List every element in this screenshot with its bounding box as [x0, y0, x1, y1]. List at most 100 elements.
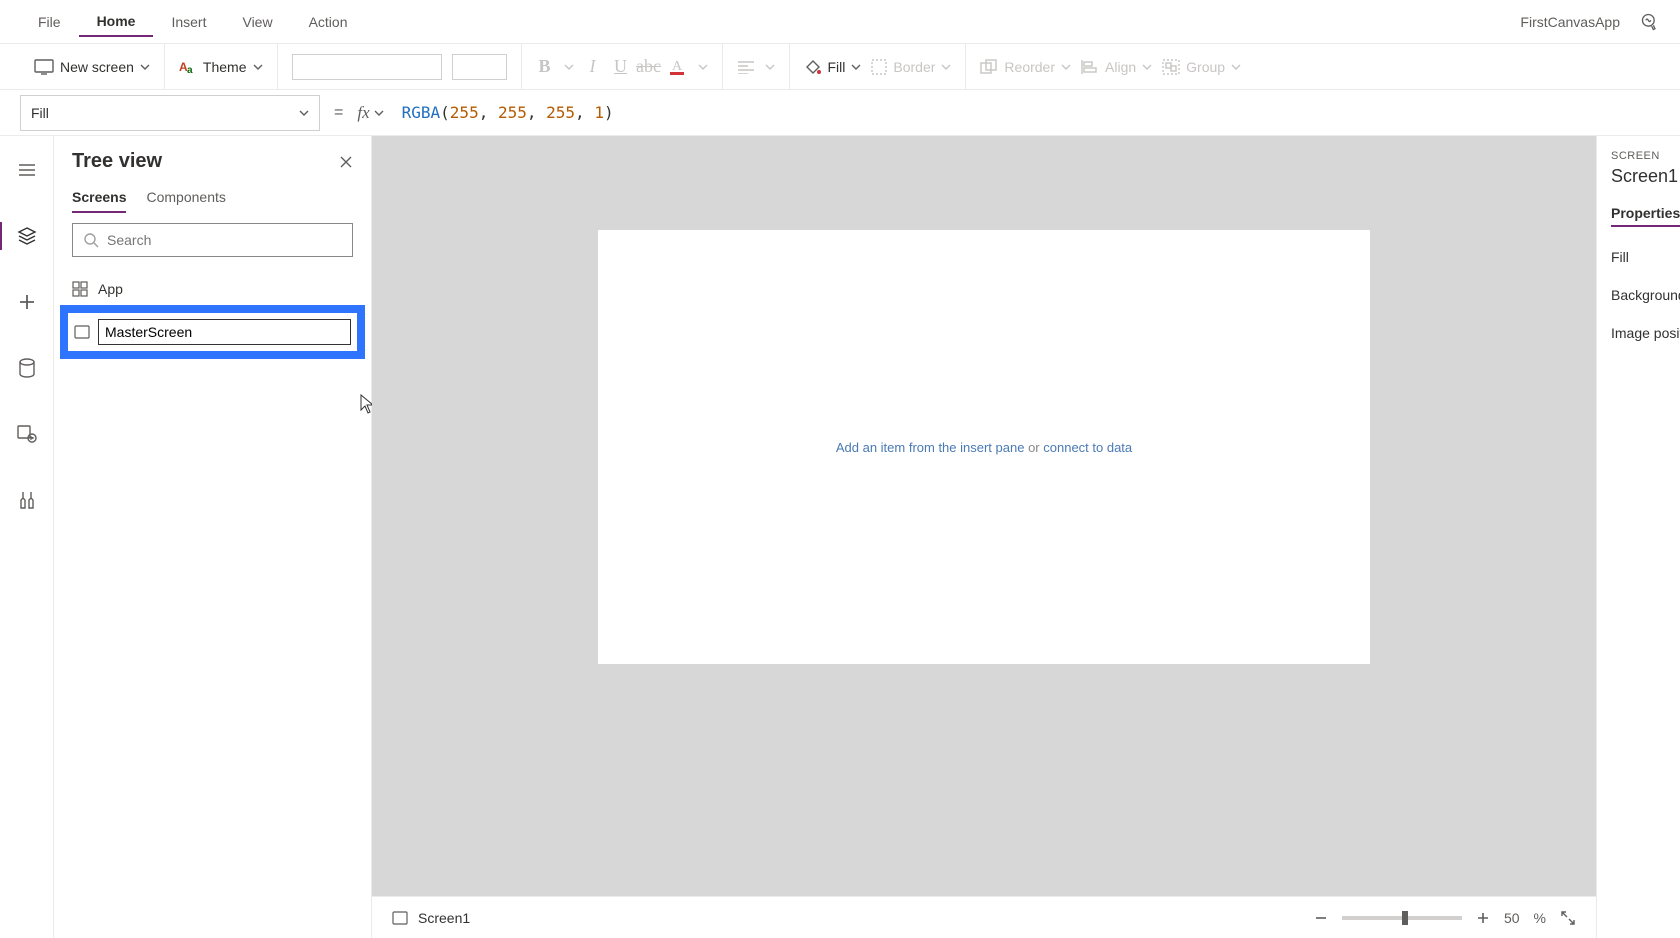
- border-label: Border: [893, 59, 935, 75]
- menu-bar: File Home Insert View Action FirstCanvas…: [0, 0, 1680, 44]
- tab-screens[interactable]: Screens: [72, 183, 126, 213]
- zoom-out-button[interactable]: [1314, 911, 1328, 925]
- property-selector[interactable]: Fill: [20, 95, 320, 131]
- theme-button[interactable]: Aa Theme: [179, 59, 263, 75]
- hamburger-button[interactable]: [9, 152, 45, 188]
- tree-view-panel: Tree view Screens Components App: [54, 136, 372, 938]
- canvas-hint: Add an item from the insert pane or conn…: [836, 440, 1132, 455]
- fill-button[interactable]: Fill: [804, 58, 862, 76]
- border-button[interactable]: Border: [871, 59, 951, 75]
- chevron-down-icon: [374, 108, 384, 118]
- zoom-unit: %: [1534, 910, 1546, 926]
- close-panel-button[interactable]: [339, 155, 353, 169]
- align-left-icon: [737, 60, 755, 74]
- media-icon: [17, 425, 37, 443]
- theme-icon: Aa: [179, 59, 197, 75]
- svg-text:a: a: [187, 65, 193, 75]
- tree-item-app[interactable]: App: [54, 273, 371, 305]
- formula-arg-2: 255: [546, 103, 575, 122]
- database-icon: [18, 358, 36, 378]
- zoom-in-button[interactable]: [1476, 911, 1490, 925]
- menu-action[interactable]: Action: [291, 8, 366, 36]
- paint-bucket-icon: [804, 58, 822, 76]
- canvas-hint-mid: or: [1024, 440, 1043, 455]
- align-button[interactable]: Align: [1081, 59, 1152, 75]
- hamburger-icon: [18, 163, 36, 177]
- insert-pane-link[interactable]: Add an item from the insert pane: [836, 440, 1025, 455]
- font-family-select[interactable]: [292, 54, 442, 80]
- formula-arg-1: 255: [498, 103, 527, 122]
- props-row-fill[interactable]: Fill: [1611, 249, 1666, 265]
- app-checker-icon[interactable]: [1640, 12, 1660, 32]
- zoom-slider[interactable]: [1342, 916, 1462, 920]
- menu-view[interactable]: View: [224, 8, 290, 36]
- tree-view-button[interactable]: [9, 218, 45, 254]
- props-row-image-position[interactable]: Image posit: [1611, 325, 1666, 341]
- search-input[interactable]: [107, 232, 342, 248]
- data-button[interactable]: [9, 350, 45, 386]
- fx-button[interactable]: fx: [357, 103, 383, 123]
- tools-icon: [19, 490, 35, 510]
- font-color-button[interactable]: A: [668, 57, 688, 77]
- reorder-label: Reorder: [1004, 59, 1055, 75]
- text-align-button[interactable]: [737, 60, 755, 74]
- underline-button[interactable]: U: [612, 58, 630, 76]
- menu-file[interactable]: File: [20, 8, 79, 36]
- zoom-value: 50: [1504, 910, 1520, 926]
- ribbon-toolbar: New screen Aa Theme B I U abc A Fill: [0, 44, 1680, 90]
- theme-label: Theme: [203, 59, 247, 75]
- strikethrough-button[interactable]: abc: [640, 58, 658, 76]
- insert-button[interactable]: [9, 284, 45, 320]
- equals-icon: =: [334, 104, 343, 122]
- props-tab-properties[interactable]: Properties: [1611, 205, 1680, 227]
- tree-item-selected: [60, 305, 365, 359]
- status-screen-name: Screen1: [418, 910, 470, 926]
- status-bar: Screen1 50 %: [372, 896, 1596, 938]
- main-area: Tree view Screens Components App: [0, 136, 1680, 938]
- plus-icon: [18, 293, 36, 311]
- zoom-thumb[interactable]: [1402, 911, 1408, 925]
- group-icon: [1162, 59, 1180, 75]
- search-icon: [83, 232, 99, 248]
- layers-icon: [17, 226, 37, 246]
- app-icon: [72, 281, 88, 297]
- font-size-select[interactable]: [452, 54, 507, 80]
- search-box[interactable]: [72, 223, 353, 257]
- new-screen-label: New screen: [60, 59, 134, 75]
- property-name: Fill: [31, 105, 49, 121]
- group-button[interactable]: Group: [1162, 59, 1241, 75]
- chevron-down-icon: [941, 62, 951, 72]
- italic-button[interactable]: I: [584, 58, 602, 76]
- align-label: Align: [1105, 59, 1136, 75]
- formula-input[interactable]: RGBA(255, 255, 255, 1): [398, 99, 1660, 126]
- tab-components[interactable]: Components: [146, 183, 225, 213]
- screen-icon: [74, 325, 90, 339]
- reorder-button[interactable]: Reorder: [980, 59, 1071, 75]
- bold-button[interactable]: B: [536, 58, 554, 76]
- menu-insert[interactable]: Insert: [153, 8, 224, 36]
- menu-home[interactable]: Home: [79, 7, 154, 37]
- canvas[interactable]: Add an item from the insert pane or conn…: [598, 230, 1370, 664]
- properties-panel: SCREEN Screen1 Properties Fill Backgroun…: [1596, 136, 1680, 938]
- connect-data-link[interactable]: connect to data: [1043, 440, 1132, 455]
- fill-label: Fill: [828, 59, 846, 75]
- minus-icon: [1314, 911, 1328, 925]
- chevron-down-icon: [1061, 62, 1071, 72]
- props-heading: SCREEN: [1611, 150, 1666, 162]
- align-icon: [1081, 59, 1099, 75]
- media-button[interactable]: [9, 416, 45, 452]
- fx-text: fx: [357, 103, 369, 123]
- font-color-icon: A: [668, 57, 688, 77]
- advanced-tools-button[interactable]: [9, 482, 45, 518]
- screen-rename-input[interactable]: [98, 319, 351, 345]
- props-row-background[interactable]: Background: [1611, 287, 1666, 303]
- chevron-down-icon: [140, 62, 150, 72]
- chevron-down-icon: [299, 108, 309, 118]
- group-label: Group: [1186, 59, 1225, 75]
- chevron-down-icon: [698, 62, 708, 72]
- new-screen-button[interactable]: New screen: [34, 59, 150, 75]
- formula-arg-3: 1: [594, 103, 604, 122]
- fit-to-window-button[interactable]: [1560, 910, 1576, 926]
- screen-icon: [34, 59, 54, 75]
- formula-fn: RGBA: [402, 103, 441, 122]
